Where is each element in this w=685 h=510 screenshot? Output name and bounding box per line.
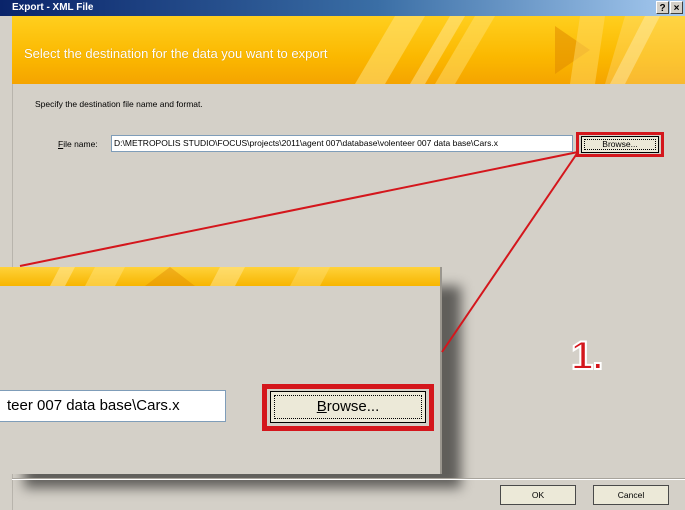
banner-heading: Select the destination for the data you …	[24, 46, 328, 61]
ok-button[interactable]: OK	[500, 485, 576, 505]
callout-line-lower	[441, 151, 579, 353]
title-bar: Export - XML File ? ×	[0, 0, 685, 16]
export-xml-dialog: Export - XML File ? × Select the destina…	[0, 0, 685, 510]
zoom-file-name-input: teer 007 data base\Cars.x	[0, 390, 226, 422]
zoom-browse-button: Browse...	[270, 391, 426, 423]
close-button[interactable]: ×	[670, 1, 683, 14]
callout-line-upper	[19, 151, 579, 267]
file-name-label-rest: ile name:	[63, 139, 98, 149]
zoom-banner-decoration	[50, 267, 330, 286]
cancel-button[interactable]: Cancel	[593, 485, 669, 505]
zoom-inset: teer 007 data base\Cars.x Browse...	[0, 267, 442, 474]
zoom-inset-banner	[0, 267, 440, 286]
title-controls: ? ×	[656, 1, 683, 14]
step-number-label: 1.	[570, 333, 604, 379]
header-banner: Select the destination for the data you …	[12, 16, 685, 84]
file-name-label: File name:	[58, 139, 98, 149]
browse-button[interactable]: Browse...	[581, 136, 659, 153]
focus-rect	[584, 139, 656, 150]
file-name-input[interactable]: D:\METROPOLIS STUDIO\FOCUS\projects\2011…	[111, 135, 573, 152]
footer-separator	[12, 478, 685, 480]
zoom-focus-rect	[274, 395, 422, 419]
window-title: Export - XML File	[12, 2, 94, 13]
banner-decoration	[355, 16, 685, 84]
instruction-text: Specify the destination file name and fo…	[35, 99, 203, 109]
help-button[interactable]: ?	[656, 1, 669, 14]
